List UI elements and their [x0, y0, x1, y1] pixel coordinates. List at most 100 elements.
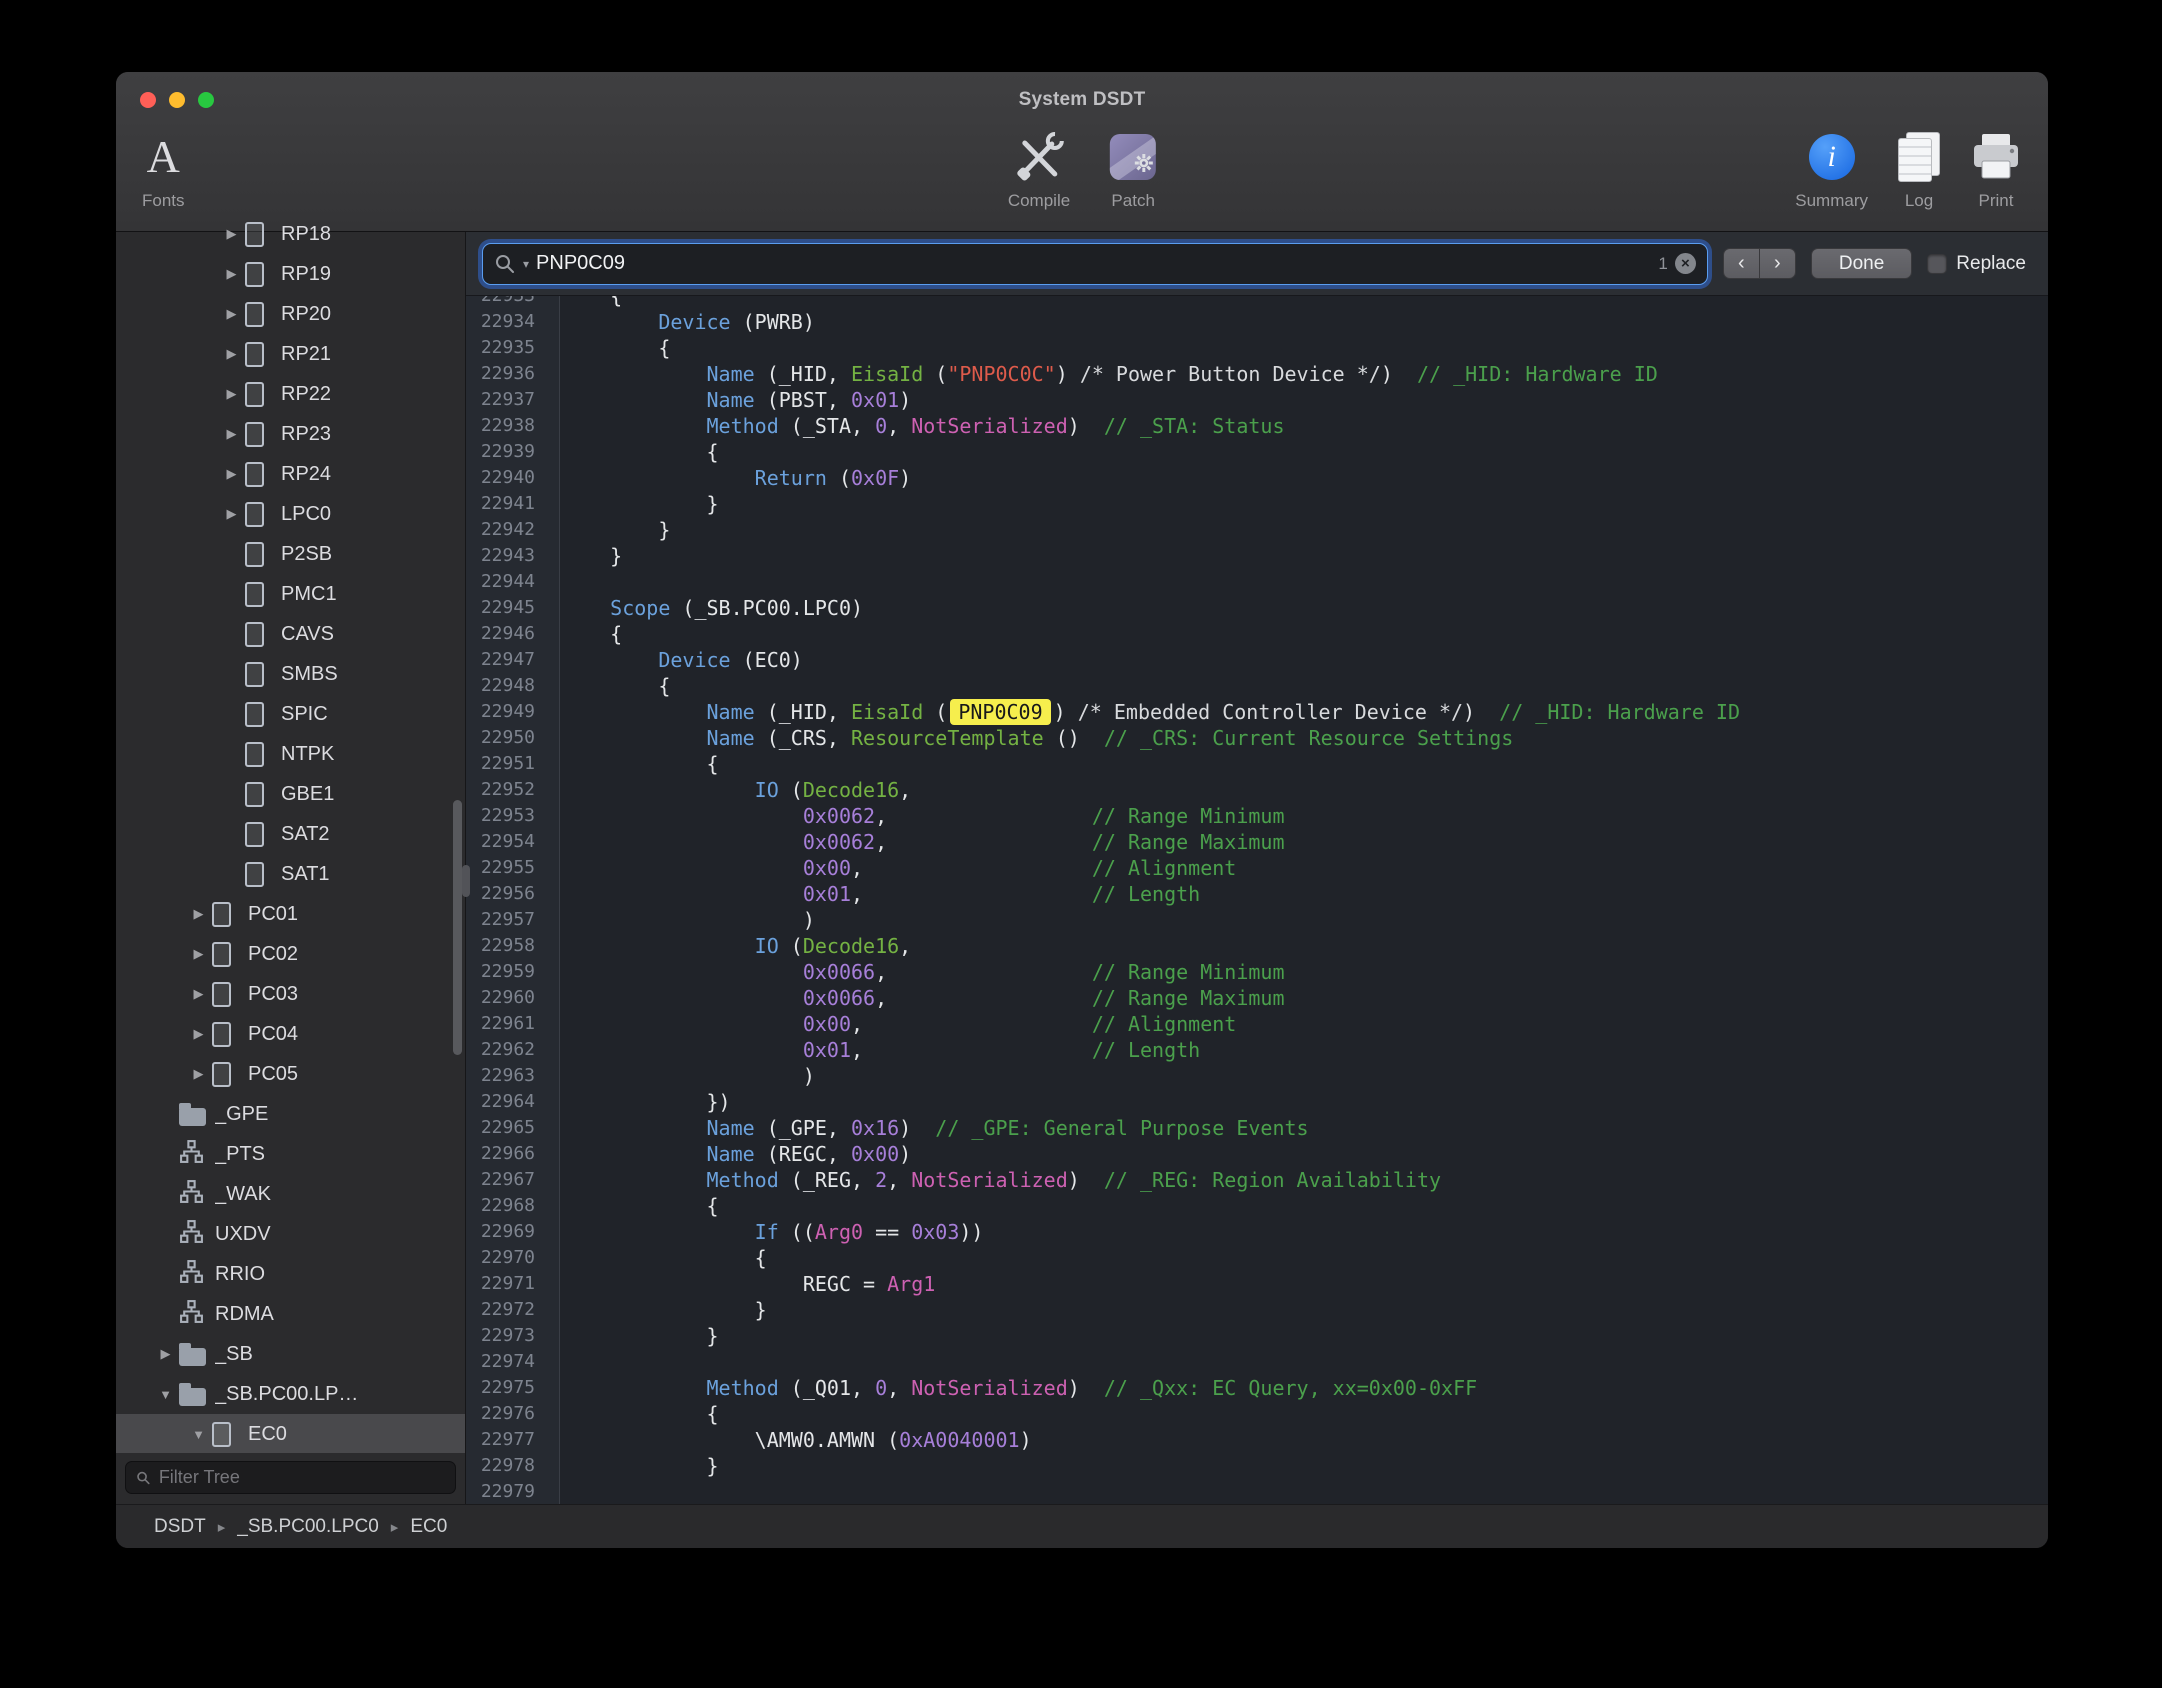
code-line[interactable]: 22949 Name (_HID, EisaId (PNP0C09) /* Em…: [466, 699, 2048, 725]
code-line[interactable]: 22971 REGC = Arg1: [466, 1271, 2048, 1297]
code-line[interactable]: 22979: [466, 1479, 2048, 1504]
sidebar-item-pmc1[interactable]: PMC1: [116, 574, 465, 614]
code-line[interactable]: 22943 }: [466, 543, 2048, 569]
sidebar-item-ec0[interactable]: ▼EC0: [116, 1414, 465, 1453]
code-line[interactable]: 22978 }: [466, 1453, 2048, 1479]
close-window-button[interactable]: [140, 92, 156, 108]
disclosure-triangle-icon[interactable]: ▶: [218, 426, 245, 442]
code-line[interactable]: 22940 Return (0x0F): [466, 465, 2048, 491]
code-line[interactable]: 22952 IO (Decode16,: [466, 777, 2048, 803]
sidebar-item-rp20[interactable]: ▶RP20: [116, 294, 465, 334]
code-line[interactable]: 22968 {: [466, 1193, 2048, 1219]
minimize-window-button[interactable]: [169, 92, 185, 108]
code-line[interactable]: 22936 Name (_HID, EisaId ("PNP0C0C") /* …: [466, 361, 2048, 387]
sidebar-item-pc02[interactable]: ▶PC02: [116, 934, 465, 974]
sidebar-item-rp19[interactable]: ▶RP19: [116, 254, 465, 294]
code-line[interactable]: 22962 0x01, // Length: [466, 1037, 2048, 1063]
clear-search-icon[interactable]: ×: [1675, 253, 1696, 274]
code-line[interactable]: 22965 Name (_GPE, 0x16) // _GPE: General…: [466, 1115, 2048, 1141]
code-line[interactable]: 22975 Method (_Q01, 0, NotSerialized) //…: [466, 1375, 2048, 1401]
code-line[interactable]: 22953 0x0062, // Range Minimum: [466, 803, 2048, 829]
code-line[interactable]: 22961 0x00, // Alignment: [466, 1011, 2048, 1037]
done-button[interactable]: Done: [1811, 248, 1912, 279]
code-line[interactable]: 22937 Name (PBST, 0x01): [466, 387, 2048, 413]
code-line[interactable]: 22976 {: [466, 1401, 2048, 1427]
sidebar-item-_wak[interactable]: _WAK: [116, 1174, 465, 1214]
disclosure-triangle-icon[interactable]: ▶: [218, 506, 245, 522]
disclosure-triangle-icon[interactable]: ▶: [185, 1066, 212, 1082]
replace-checkbox[interactable]: [1927, 254, 1947, 274]
filter-tree-input[interactable]: [159, 1467, 445, 1488]
code-line[interactable]: 22964 }): [466, 1089, 2048, 1115]
breadcrumb-item-scope[interactable]: _SB.PC00.LPC0: [237, 1516, 379, 1538]
disclosure-triangle-icon[interactable]: ▶: [185, 986, 212, 1002]
sidebar-item-pc01[interactable]: ▶PC01: [116, 894, 465, 934]
code-line[interactable]: 22944: [466, 569, 2048, 595]
code-line[interactable]: 22945 Scope (_SB.PC00.LPC0): [466, 595, 2048, 621]
sidebar-item-smbs[interactable]: SMBS: [116, 654, 465, 694]
filter-tree-field[interactable]: [125, 1461, 456, 1494]
sidebar-item-gbe1[interactable]: GBE1: [116, 774, 465, 814]
sidebar-item-_gpe[interactable]: _GPE: [116, 1094, 465, 1134]
code-line[interactable]: 22934 Device (PWRB): [466, 309, 2048, 335]
find-field[interactable]: ▾ 1 ×: [482, 243, 1708, 285]
code-line[interactable]: 22960 0x0066, // Range Maximum: [466, 985, 2048, 1011]
find-next-button[interactable]: ›: [1759, 248, 1796, 279]
code-line[interactable]: 22957 ): [466, 907, 2048, 933]
disclosure-triangle-icon[interactable]: ▶: [185, 1026, 212, 1042]
code-line[interactable]: 22950 Name (_CRS, ResourceTemplate () //…: [466, 725, 2048, 751]
breadcrumb-item-device[interactable]: EC0: [410, 1516, 447, 1538]
toolbar-log-button[interactable]: Log: [1898, 128, 1940, 211]
disclosure-triangle-icon[interactable]: ▶: [185, 906, 212, 922]
sidebar-item-sat2[interactable]: SAT2: [116, 814, 465, 854]
find-input[interactable]: [536, 252, 1651, 275]
disclosure-triangle-icon[interactable]: ▶: [185, 946, 212, 962]
toolbar-fonts-button[interactable]: A Fonts: [142, 128, 185, 211]
disclosure-triangle-icon[interactable]: ▶: [218, 346, 245, 362]
disclosure-triangle-icon[interactable]: ▶: [218, 226, 245, 242]
sidebar-item-pc04[interactable]: ▶PC04: [116, 1014, 465, 1054]
code-line[interactable]: 22970 {: [466, 1245, 2048, 1271]
disclosure-triangle-icon[interactable]: ▼: [152, 1387, 179, 1402]
sidebar-item-_pts[interactable]: _PTS: [116, 1134, 465, 1174]
code-line[interactable]: 22969 If ((Arg0 == 0x03)): [466, 1219, 2048, 1245]
code-line[interactable]: 22963 ): [466, 1063, 2048, 1089]
disclosure-triangle-icon[interactable]: ▼: [185, 1427, 212, 1442]
toolbar-print-button[interactable]: Print: [1970, 128, 2022, 211]
code-line[interactable]: 22938 Method (_STA, 0, NotSerialized) //…: [466, 413, 2048, 439]
sidebar-item-rp23[interactable]: ▶RP23: [116, 414, 465, 454]
sidebar-item-_sbpc00lp[interactable]: ▼_SB.PC00.LP…: [116, 1374, 465, 1414]
code-line[interactable]: 22958 IO (Decode16,: [466, 933, 2048, 959]
sidebar-item-_sb[interactable]: ▶_SB: [116, 1334, 465, 1374]
breadcrumb-item-dsdt[interactable]: DSDT: [154, 1516, 206, 1538]
sidebar-item-rp18[interactable]: ▶RP18: [116, 214, 465, 254]
sidebar-item-sat1[interactable]: SAT1: [116, 854, 465, 894]
code-line[interactable]: 22935 {: [466, 335, 2048, 361]
sidebar-item-rdma[interactable]: RDMA: [116, 1294, 465, 1334]
find-previous-button[interactable]: ‹: [1723, 248, 1760, 279]
code-line[interactable]: 22947 Device (EC0): [466, 647, 2048, 673]
sidebar-item-ntpk[interactable]: NTPK: [116, 734, 465, 774]
sidebar-item-cavs[interactable]: CAVS: [116, 614, 465, 654]
code-line[interactable]: 22933 {: [466, 296, 2048, 309]
code-line[interactable]: 22939 {: [466, 439, 2048, 465]
sidebar-item-p2sb[interactable]: P2SB: [116, 534, 465, 574]
disclosure-triangle-icon[interactable]: ▶: [218, 306, 245, 322]
pane-splitter-handle[interactable]: [462, 865, 470, 897]
disclosure-triangle-icon[interactable]: ▶: [152, 1346, 179, 1362]
search-options-chevron-icon[interactable]: ▾: [523, 257, 529, 271]
code-line[interactable]: 22951 {: [466, 751, 2048, 777]
sidebar-item-rrio[interactable]: RRIO: [116, 1254, 465, 1294]
sidebar-item-spic[interactable]: SPIC: [116, 694, 465, 734]
code-line[interactable]: 22946 {: [466, 621, 2048, 647]
code-line[interactable]: 22941 }: [466, 491, 2048, 517]
sidebar-item-uxdv[interactable]: UXDV: [116, 1214, 465, 1254]
sidebar-item-rp21[interactable]: ▶RP21: [116, 334, 465, 374]
code-line[interactable]: 22956 0x01, // Length: [466, 881, 2048, 907]
toolbar-patch-button[interactable]: Patch: [1110, 128, 1156, 211]
code-line[interactable]: 22977 \AMW0.AMWN (0xA0040001): [466, 1427, 2048, 1453]
code-line[interactable]: 22955 0x00, // Alignment: [466, 855, 2048, 881]
code-editor[interactable]: 22933 {22934 Device (PWRB)22935 {22936 N…: [466, 296, 2048, 1504]
code-line[interactable]: 22942 }: [466, 517, 2048, 543]
code-line[interactable]: 22967 Method (_REG, 2, NotSerialized) //…: [466, 1167, 2048, 1193]
